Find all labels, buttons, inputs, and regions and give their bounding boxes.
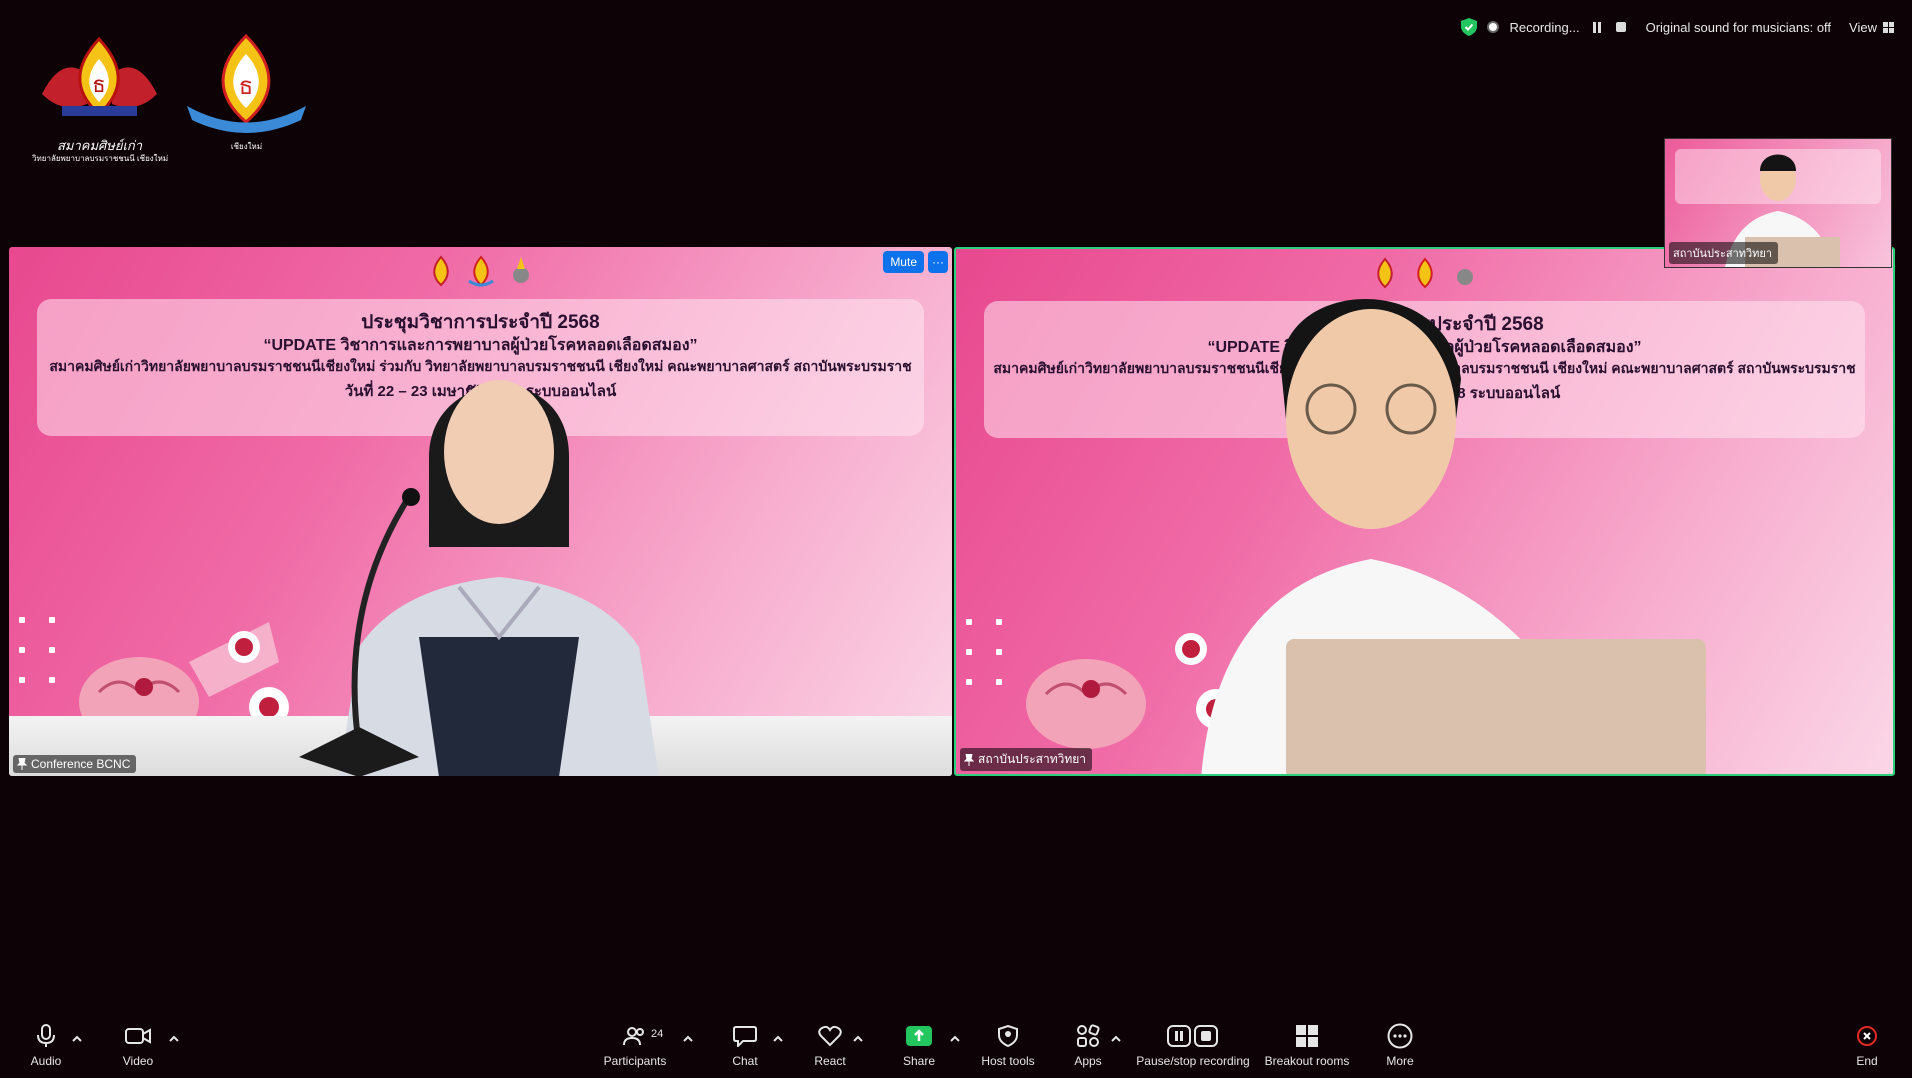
grid-view-icon bbox=[1883, 21, 1894, 33]
video-tile-active-speaker[interactable]: ประชุมวิชาการประจำปี 2568 “UPDATE วิชากา… bbox=[954, 247, 1895, 776]
tile-more-options-button[interactable]: ··· bbox=[928, 251, 948, 273]
apps-options-caret-icon[interactable] bbox=[1110, 1034, 1122, 1044]
view-label: View bbox=[1849, 19, 1877, 35]
share-button[interactable]: Share bbox=[901, 1020, 937, 1078]
react-label: React bbox=[814, 1054, 846, 1068]
mute-participant-button[interactable]: Mute bbox=[883, 251, 924, 273]
video-tile-conference-bcnc[interactable]: ประชุมวิชาการประจำปี 2568 “UPDATE วิชากา… bbox=[9, 247, 952, 776]
alumni-mini-logo-icon bbox=[432, 255, 449, 287]
react-options-caret-icon[interactable] bbox=[852, 1034, 864, 1044]
more-options-icon bbox=[1387, 1023, 1413, 1049]
breakout-rooms-icon bbox=[1296, 1025, 1318, 1047]
heart-icon bbox=[818, 1025, 842, 1047]
pinned-icon bbox=[964, 753, 974, 766]
host-tools-label: Host tools bbox=[981, 1054, 1035, 1068]
audio-options-caret-icon[interactable] bbox=[71, 1034, 83, 1044]
end-meeting-button[interactable]: End bbox=[1852, 1020, 1882, 1078]
chat-options-caret-icon[interactable] bbox=[772, 1034, 784, 1044]
view-button[interactable]: View bbox=[1849, 20, 1894, 35]
thumbnail-name-tag: สถาบันประสาทวิทยา bbox=[1669, 242, 1779, 264]
breakout-rooms-button[interactable]: Breakout rooms bbox=[1264, 1020, 1350, 1078]
organizer-logos: ธ สมาคมศิษย์เก่า วิทยาลัยพยาบาลบรมราชชนน… bbox=[32, 33, 314, 163]
pinned-icon bbox=[17, 758, 27, 770]
stop-recording-button[interactable] bbox=[1614, 20, 1628, 34]
college-logo-caption: เชียงใหม่ bbox=[230, 142, 263, 151]
apps-button[interactable]: Apps bbox=[1070, 1020, 1106, 1078]
participants-options-caret-icon[interactable] bbox=[682, 1034, 694, 1044]
alumni-logo-subcaption: วิทยาลัยพยาบาลบรมราชชนนี เชียงใหม่ bbox=[32, 154, 169, 163]
host-tools-shield-icon bbox=[998, 1025, 1018, 1047]
chat-button[interactable]: Chat bbox=[727, 1020, 763, 1078]
participant-name: Conference BCNC bbox=[31, 757, 131, 771]
original-sound-status[interactable]: Original sound for musicians: off bbox=[1646, 20, 1831, 35]
microphone-icon bbox=[37, 1024, 55, 1047]
apps-label: Apps bbox=[1074, 1054, 1102, 1068]
alumni-association-logo: ธ สมาคมศิษย์เก่า วิทยาลัยพยาบาลบรมราชชนน… bbox=[32, 34, 168, 163]
video-button[interactable]: Video bbox=[118, 1020, 158, 1078]
decorative-dots bbox=[19, 617, 59, 697]
participant-name-tag: สถาบันประสาทวิทยา bbox=[960, 748, 1093, 771]
recording-indicator-icon bbox=[1487, 21, 1500, 33]
pause-stop-recording-label: Pause/stop recording bbox=[1136, 1054, 1250, 1068]
video-label: Video bbox=[122, 1054, 154, 1068]
participant-name: สถาบันประสาทวิทยา bbox=[978, 752, 1087, 766]
pause-icon bbox=[1592, 21, 1601, 33]
breakout-rooms-label: Breakout rooms bbox=[1264, 1054, 1350, 1068]
react-button[interactable]: React bbox=[812, 1020, 848, 1078]
share-screen-icon bbox=[906, 1026, 932, 1046]
college-emblem-icon: ธ bbox=[187, 33, 306, 133]
decorative-dots bbox=[966, 619, 1006, 699]
nursing-college-logo: ธ เชียงใหม่ bbox=[179, 33, 314, 154]
chat-label: Chat bbox=[732, 1054, 758, 1068]
chat-icon bbox=[733, 1026, 757, 1047]
institute-mini-logo-icon bbox=[512, 257, 529, 283]
share-label: Share bbox=[902, 1054, 936, 1068]
audio-button[interactable]: Audio bbox=[26, 1020, 66, 1078]
end-label: End bbox=[1856, 1054, 1878, 1068]
tile-controls: Mute ··· bbox=[883, 251, 948, 273]
pause-recording-button[interactable] bbox=[1590, 20, 1604, 34]
meeting-status-bar: Recording... Original sound for musician… bbox=[1461, 14, 1894, 40]
share-options-caret-icon[interactable] bbox=[949, 1034, 961, 1044]
recording-label: Recording... bbox=[1509, 19, 1580, 35]
participant-name-tag: Conference BCNC bbox=[13, 755, 137, 773]
floating-thumbnail-video[interactable]: สถาบันประสาทวิทยา bbox=[1664, 138, 1892, 268]
banner-logos bbox=[426, 255, 536, 289]
meeting-toolbar: Audio Video Participants 24 Chat React S… bbox=[0, 1020, 1912, 1078]
svg-text:ธ: ธ bbox=[92, 73, 105, 98]
video-options-caret-icon[interactable] bbox=[168, 1034, 180, 1044]
more-button[interactable]: More bbox=[1382, 1020, 1418, 1078]
pause-stop-recording-button[interactable]: Pause/stop recording bbox=[1135, 1020, 1251, 1078]
alumni-emblem-icon: ธ bbox=[42, 36, 157, 117]
audio-label: Audio bbox=[30, 1054, 62, 1068]
encryption-shield-icon[interactable] bbox=[1461, 18, 1478, 36]
end-meeting-icon bbox=[1857, 1026, 1877, 1046]
participants-count: 24 bbox=[651, 1028, 664, 1040]
thumbnail-participant-name: สถาบันประสาทวิทยา bbox=[1673, 248, 1773, 260]
video-camera-icon bbox=[125, 1028, 151, 1044]
apps-icon bbox=[1077, 1024, 1100, 1047]
more-label: More bbox=[1386, 1054, 1414, 1068]
microphone-icon-stand bbox=[299, 488, 420, 776]
pause-stop-recording-icon bbox=[1167, 1025, 1218, 1047]
college-mini-logo-icon bbox=[467, 255, 494, 287]
participants-label: Participants bbox=[603, 1054, 667, 1068]
svg-text:ธ: ธ bbox=[239, 72, 254, 100]
presenter-man-figure bbox=[1201, 299, 1706, 774]
participants-icon bbox=[623, 1027, 644, 1046]
host-tools-button[interactable]: Host tools bbox=[980, 1020, 1036, 1078]
stop-icon bbox=[1615, 22, 1626, 32]
